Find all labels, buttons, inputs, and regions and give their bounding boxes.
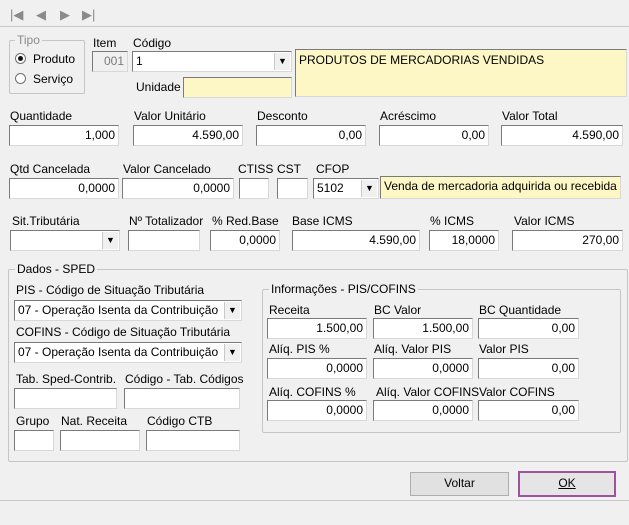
bc-qtd-label: BC Quantidade xyxy=(479,303,562,317)
grupo-label: Grupo xyxy=(16,414,50,428)
cfop-select[interactable]: 5102 ▼ xyxy=(313,178,379,199)
chevron-down-icon[interactable]: ▼ xyxy=(224,344,240,361)
nav-first-icon[interactable]: |◀ xyxy=(10,8,23,22)
ok-button[interactable]: OK xyxy=(518,471,616,497)
desconto-label: Desconto xyxy=(257,109,308,123)
pct-icms-field[interactable]: 18,0000 xyxy=(429,230,499,251)
valor-unitario-label: Valor Unitário xyxy=(134,109,206,123)
nav-prev-icon[interactable]: ◀ xyxy=(36,8,46,22)
valor-total-field[interactable]: 4.590,00 xyxy=(501,125,623,146)
aliq-valor-pis-label: Alíq. Valor PIS xyxy=(374,342,452,356)
radio-produto[interactable] xyxy=(15,53,26,64)
tab-sped-field[interactable] xyxy=(14,388,117,409)
valor-total-label: Valor Total xyxy=(502,109,558,123)
aliq-pis-label: Alíq. PIS % xyxy=(269,342,330,356)
cfop-description: Venda de mercadoria adquirida ou recebid… xyxy=(380,176,621,199)
codigo-tab-field[interactable] xyxy=(124,388,240,409)
n-totalizador-label: Nº Totalizador xyxy=(129,214,204,228)
status-bar xyxy=(0,501,629,525)
tab-sped-label: Tab. Sped-Contrib. xyxy=(16,372,117,386)
codigo-description: PRODUTOS DE MERCADORIAS VENDIDAS xyxy=(295,49,627,97)
item-field: 001 xyxy=(92,51,128,72)
unidade-label: Unidade xyxy=(136,80,181,94)
sped-group-title: Dados - SPED xyxy=(15,262,98,276)
codigo-value: 1 xyxy=(136,54,143,68)
nav-last-icon[interactable]: ▶| xyxy=(82,8,95,22)
sit-tributaria-select[interactable]: ▼ xyxy=(10,230,120,251)
cfop-label: CFOP xyxy=(316,162,350,176)
acrescimo-field[interactable]: 0,00 xyxy=(379,125,489,146)
pct-icms-label: % ICMS xyxy=(430,214,475,228)
sit-tributaria-label: Sit.Tributária xyxy=(12,214,80,228)
radio-produto-label[interactable]: Produto xyxy=(33,52,75,66)
red-base-field[interactable]: 0,0000 xyxy=(210,230,280,251)
ctiss-label: CTISS xyxy=(238,162,274,176)
valor-cancelado-field[interactable]: 0,0000 xyxy=(122,178,234,199)
qtd-cancelada-field[interactable]: 0,0000 xyxy=(9,178,119,199)
cfop-value: 5102 xyxy=(317,181,344,195)
voltar-button-label: Voltar xyxy=(444,476,475,490)
valor-cofins-label: Valor COFINS xyxy=(479,385,555,399)
cofins-cst-label: COFINS - Código de Situação Tributária xyxy=(16,325,231,339)
item-label: Item xyxy=(93,36,117,50)
aliq-valor-cofins-field[interactable]: 0,0000 xyxy=(373,400,473,421)
radio-servico[interactable] xyxy=(15,73,26,84)
valor-icms-field[interactable]: 270,00 xyxy=(512,230,623,251)
valor-pis-label: Valor PIS xyxy=(479,342,529,356)
qtd-cancelada-label: Qtd Cancelada xyxy=(10,162,91,176)
quantidade-field[interactable]: 1,000 xyxy=(9,125,119,146)
base-icms-field[interactable]: 4.590,00 xyxy=(292,230,420,251)
codigo-ctb-label: Código CTB xyxy=(147,414,213,428)
aliq-valor-cofins-label: Alíq. Valor COFINS xyxy=(376,385,480,399)
tipo-group-title: Tipo xyxy=(15,33,42,47)
radio-servico-label[interactable]: Serviço xyxy=(33,72,73,86)
aliq-pis-field[interactable]: 0,0000 xyxy=(267,358,367,379)
n-totalizador-field[interactable] xyxy=(128,230,200,251)
codigo-select[interactable]: 1 ▼ xyxy=(132,51,292,72)
acrescimo-label: Acréscimo xyxy=(380,109,437,123)
unidade-field[interactable] xyxy=(183,77,292,98)
nav-next-icon[interactable]: ▶ xyxy=(60,8,70,22)
pis-cst-select[interactable]: 07 - Operação Isenta da Contribuição ▼ xyxy=(14,300,242,321)
valor-cancelado-label: Valor Cancelado xyxy=(123,162,211,176)
base-icms-label: Base ICMS xyxy=(292,214,353,228)
cst-label: CST xyxy=(277,162,301,176)
ok-button-label: OK xyxy=(558,476,576,490)
cst-field[interactable] xyxy=(277,178,308,199)
cofins-cst-value: 07 - Operação Isenta da Contribuição xyxy=(18,345,219,359)
aliq-cofins-label: Alíq. COFINS % xyxy=(269,385,356,399)
quantidade-label: Quantidade xyxy=(10,109,73,123)
chevron-down-icon[interactable]: ▼ xyxy=(274,53,290,70)
ctiss-field[interactable] xyxy=(239,178,269,199)
valor-cofins-field[interactable]: 0,00 xyxy=(478,400,579,421)
chevron-down-icon[interactable]: ▼ xyxy=(224,302,240,319)
voltar-button[interactable]: Voltar xyxy=(410,472,509,496)
aliq-cofins-field[interactable]: 0,0000 xyxy=(267,400,367,421)
nat-receita-label: Nat. Receita xyxy=(61,414,128,428)
toolbar-separator xyxy=(0,26,629,27)
valor-icms-label: Valor ICMS xyxy=(514,214,575,228)
pis-cofins-group-title: Informações - PIS/COFINS xyxy=(269,282,418,296)
chevron-down-icon[interactable]: ▼ xyxy=(102,232,118,249)
grupo-field[interactable] xyxy=(14,430,54,451)
cofins-cst-select[interactable]: 07 - Operação Isenta da Contribuição ▼ xyxy=(14,342,242,363)
codigo-ctb-field[interactable] xyxy=(146,430,240,451)
aliq-valor-pis-field[interactable]: 0,0000 xyxy=(373,358,473,379)
receita-label: Receita xyxy=(269,303,310,317)
codigo-tab-label: Código - Tab. Códigos xyxy=(125,372,244,386)
valor-pis-field[interactable]: 0,00 xyxy=(478,358,579,379)
nat-receita-field[interactable] xyxy=(60,430,140,451)
receita-field[interactable]: 1.500,00 xyxy=(267,318,367,339)
codigo-label: Código xyxy=(133,36,172,50)
valor-unitario-field[interactable]: 4.590,00 xyxy=(133,125,243,146)
bc-qtd-field[interactable]: 0,00 xyxy=(478,318,579,339)
red-base-label: % Red.Base xyxy=(212,214,279,228)
bc-valor-field[interactable]: 1.500,00 xyxy=(373,318,473,339)
pis-cst-label: PIS - Código de Situação Tributária xyxy=(16,283,205,297)
chevron-down-icon[interactable]: ▼ xyxy=(361,180,377,197)
pis-cst-value: 07 - Operação Isenta da Contribuição xyxy=(18,303,219,317)
bc-valor-label: BC Valor xyxy=(374,303,422,317)
desconto-field[interactable]: 0,00 xyxy=(256,125,366,146)
